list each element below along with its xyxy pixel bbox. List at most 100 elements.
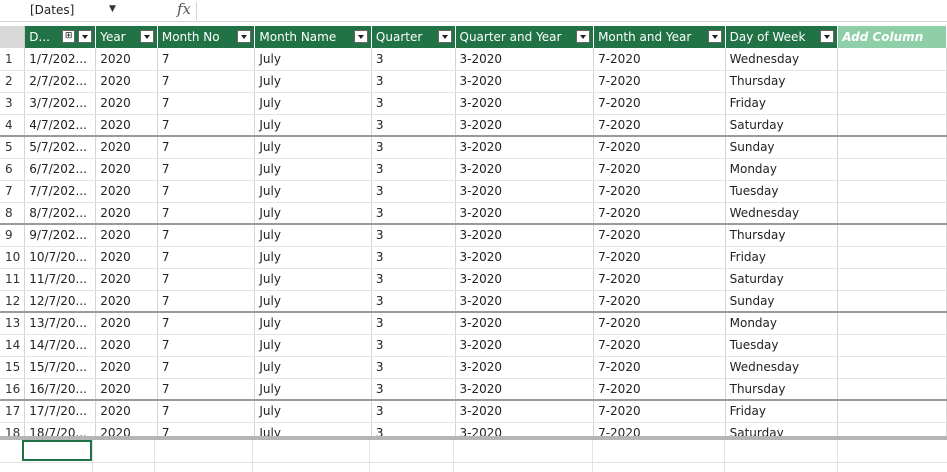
selected-calculation-cell[interactable] <box>22 440 92 461</box>
cell-month-year[interactable]: 7-2020 <box>593 48 726 71</box>
cell-month-year[interactable]: 7-2020 <box>593 70 726 93</box>
filter-dropdown-icon[interactable] <box>139 30 154 43</box>
cell-month-no[interactable]: 7 <box>157 202 256 225</box>
cell-month-no[interactable]: 7 <box>157 70 256 93</box>
add-column-header[interactable]: Add Column <box>837 26 947 48</box>
column-header-quarter[interactable]: Quarter <box>371 26 456 48</box>
cell-date[interactable]: 3/7/202... <box>24 92 97 115</box>
cell-month-year[interactable]: 7-2020 <box>593 92 726 115</box>
cell-add-column[interactable] <box>837 114 947 137</box>
cell-year[interactable]: 2020 <box>95 246 158 269</box>
cell-quarter[interactable]: 3 <box>371 70 456 93</box>
cell-day-of-week[interactable]: Wednesday <box>725 48 839 71</box>
cell-quarter[interactable]: 3 <box>371 378 456 401</box>
cell-date[interactable]: 12/7/20... <box>24 290 97 313</box>
row-number[interactable]: 16 <box>0 378 26 401</box>
row-number[interactable]: 3 <box>0 92 26 115</box>
date-table-icon[interactable]: ⊞ <box>62 30 76 43</box>
cell-day-of-week[interactable]: Saturday <box>725 114 839 137</box>
cell-date[interactable]: 14/7/20... <box>24 334 97 357</box>
cell-day-of-week[interactable]: Friday <box>725 246 839 269</box>
cell-month-no[interactable]: 7 <box>157 312 256 335</box>
cell-quarter[interactable]: 3 <box>371 290 456 313</box>
cell-month-no[interactable]: 7 <box>157 180 256 203</box>
cell-add-column[interactable] <box>837 378 947 401</box>
cell-day-of-week[interactable]: Sunday <box>725 290 839 313</box>
cell-quarter-year[interactable]: 3-2020 <box>455 202 595 225</box>
cell-month-no[interactable]: 7 <box>157 158 256 181</box>
cell-quarter[interactable]: 3 <box>371 114 456 137</box>
cell-year[interactable]: 2020 <box>95 70 158 93</box>
filter-dropdown-icon[interactable] <box>820 30 835 43</box>
cell-month-year[interactable]: 7-2020 <box>593 180 726 203</box>
cell-month-year[interactable]: 7-2020 <box>593 224 726 247</box>
fx-icon[interactable]: fx <box>177 0 191 18</box>
cell-month-year[interactable]: 7-2020 <box>593 246 726 269</box>
cell-day-of-week[interactable]: Thursday <box>725 70 839 93</box>
cell-date[interactable]: 18/7/20... <box>24 422 97 436</box>
cell-date[interactable]: 1/7/202... <box>24 48 97 71</box>
cell-date[interactable]: 11/7/20... <box>24 268 97 291</box>
cell-add-column[interactable] <box>837 312 947 335</box>
select-all-corner[interactable] <box>0 26 26 48</box>
cell-year[interactable]: 2020 <box>95 356 158 379</box>
cell-quarter-year[interactable]: 3-2020 <box>455 268 595 291</box>
filter-dropdown-icon[interactable] <box>576 30 591 43</box>
cell-year[interactable]: 2020 <box>95 202 158 225</box>
cell-date[interactable]: 4/7/202... <box>24 114 97 137</box>
cell-month-no[interactable]: 7 <box>157 422 256 436</box>
row-number[interactable]: 2 <box>0 70 26 93</box>
cell-add-column[interactable] <box>837 48 947 71</box>
row-number[interactable]: 4 <box>0 114 26 137</box>
cell-quarter-year[interactable]: 3-2020 <box>455 224 595 247</box>
cell-month-no[interactable]: 7 <box>157 268 256 291</box>
formula-input[interactable] <box>198 1 947 20</box>
cell-month-no[interactable]: 7 <box>157 290 256 313</box>
cell-month-year[interactable]: 7-2020 <box>593 312 726 335</box>
cell-month-year[interactable]: 7-2020 <box>593 334 726 357</box>
cell-add-column[interactable] <box>837 400 947 423</box>
cell-year[interactable]: 2020 <box>95 136 158 159</box>
cell-month-year[interactable]: 7-2020 <box>593 378 726 401</box>
cell-day-of-week[interactable]: Friday <box>725 92 839 115</box>
cell-month-no[interactable]: 7 <box>157 92 256 115</box>
cell-add-column[interactable] <box>837 70 947 93</box>
column-header-month-no[interactable]: Month No <box>157 26 256 48</box>
cell-month-year[interactable]: 7-2020 <box>593 356 726 379</box>
row-number[interactable]: 15 <box>0 356 26 379</box>
cell-quarter[interactable]: 3 <box>371 268 456 291</box>
cell-quarter-year[interactable]: 3-2020 <box>455 378 595 401</box>
cell-date[interactable]: 2/7/202... <box>24 70 97 93</box>
cell-month-year[interactable]: 7-2020 <box>593 422 726 436</box>
cell-month-no[interactable]: 7 <box>157 114 256 137</box>
cell-year[interactable]: 2020 <box>95 268 158 291</box>
cell-month-name[interactable]: July <box>254 268 372 291</box>
cell-year[interactable]: 2020 <box>95 422 158 436</box>
cell-quarter-year[interactable]: 3-2020 <box>455 334 595 357</box>
name-box[interactable]: [Dates] ▼ <box>22 1 172 20</box>
cell-month-year[interactable]: 7-2020 <box>593 268 726 291</box>
column-header-quarter-year[interactable]: Quarter and Year <box>455 26 595 48</box>
column-header-date[interactable]: D... ⊞ <box>24 26 97 48</box>
row-number[interactable]: 10 <box>0 246 26 269</box>
cell-quarter[interactable]: 3 <box>371 312 456 335</box>
cell-day-of-week[interactable]: Thursday <box>725 224 839 247</box>
cell-month-no[interactable]: 7 <box>157 136 256 159</box>
cell-quarter-year[interactable]: 3-2020 <box>455 180 595 203</box>
cell-month-no[interactable]: 7 <box>157 356 256 379</box>
cell-month-year[interactable]: 7-2020 <box>593 136 726 159</box>
filter-dropdown-icon[interactable] <box>437 30 452 43</box>
cell-add-column[interactable] <box>837 224 947 247</box>
cell-add-column[interactable] <box>837 422 947 436</box>
cell-quarter-year[interactable]: 3-2020 <box>455 70 595 93</box>
cell-quarter[interactable]: 3 <box>371 356 456 379</box>
cell-month-name[interactable]: July <box>254 334 372 357</box>
cell-day-of-week[interactable]: Monday <box>725 158 839 181</box>
cell-date[interactable]: 5/7/202... <box>24 136 97 159</box>
row-number[interactable]: 13 <box>0 312 26 335</box>
cell-day-of-week[interactable]: Saturday <box>725 268 839 291</box>
cell-date[interactable]: 17/7/20... <box>24 400 97 423</box>
cell-quarter[interactable]: 3 <box>371 180 456 203</box>
row-number[interactable]: 6 <box>0 158 26 181</box>
cell-month-year[interactable]: 7-2020 <box>593 158 726 181</box>
